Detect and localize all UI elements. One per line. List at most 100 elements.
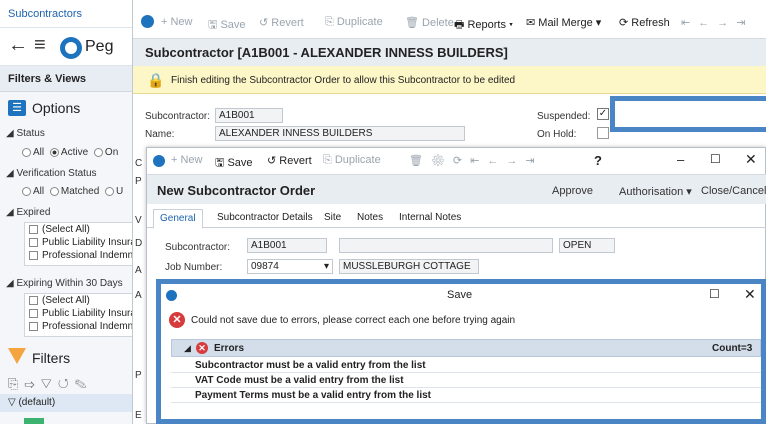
tab-notes[interactable]: Notes <box>357 212 383 223</box>
order-duplicate-button[interactable]: ⎘ Duplicate <box>323 154 381 167</box>
list-item[interactable]: (Select All) <box>25 223 139 236</box>
dialog-close-button[interactable]: ✕ <box>744 286 756 303</box>
delete-button[interactable]: 🗑 Delete <box>405 16 454 29</box>
status-all-radio[interactable] <box>22 147 31 157</box>
suspended-checkbox[interactable]: ✓ <box>597 108 609 120</box>
table-row[interactable]: Payment Terms must be a valid entry from… <box>171 389 761 403</box>
side-label: A <box>135 265 142 276</box>
expired-list: (Select All) Public Liability Insura Pro… <box>24 222 140 266</box>
filters-heading[interactable]: Filters <box>32 350 70 366</box>
order-subcontractor-label: Subcontractor: <box>165 242 231 253</box>
status-on-label: On <box>104 147 119 158</box>
save-button[interactable]: 🖫 Save <box>208 16 246 35</box>
order-subcontractor-name-field[interactable] <box>339 238 553 253</box>
error-message: Could not save due to errors, please cor… <box>191 315 516 326</box>
job-name-field: MUSSLEBURGH COTTAGE <box>339 259 479 274</box>
main-toolbar: + New 🖫 Save ↺ Revert ⎘ Duplicate 🗑 Dele… <box>133 8 766 36</box>
onhold-checkbox[interactable] <box>597 127 609 139</box>
verification-label: Verification Status <box>16 168 97 179</box>
table-row[interactable]: Subcontractor must be a valid entry from… <box>171 359 761 373</box>
order-subcontractor-field[interactable]: A1B001 <box>247 238 327 253</box>
new-button[interactable]: + New <box>161 16 193 28</box>
window-logo-icon <box>166 290 177 301</box>
list-item[interactable]: Public Liability Insura <box>25 236 139 249</box>
close-button[interactable]: ✕ <box>745 151 757 168</box>
list-item[interactable]: Professional Indemni <box>25 320 139 333</box>
expired-heading[interactable]: ◢ Expired <box>6 207 50 218</box>
status-on-radio[interactable] <box>93 147 103 157</box>
record-nav-icons[interactable]: ⇤←→⇥ <box>681 16 753 29</box>
status-heading[interactable]: ◢ Status <box>6 128 45 139</box>
menu-icon[interactable]: ≡ <box>34 34 46 57</box>
reports-button[interactable]: 🖶 Reports ▾ <box>454 16 513 35</box>
order-revert-button[interactable]: ↺ Revert <box>267 154 312 167</box>
window-logo-icon <box>141 15 154 28</box>
verification-all-radio[interactable] <box>22 186 31 196</box>
table-row[interactable]: VAT Code must be a valid entry from the … <box>171 374 761 388</box>
record-header: Subcontractor [A1B001 - ALEXANDER INNESS… <box>133 38 766 66</box>
error-icon: ✕ <box>169 312 185 328</box>
app-name: Peg <box>85 38 114 55</box>
panel-tab-title[interactable]: Subcontractors <box>0 0 140 28</box>
side-label: P <box>135 370 142 381</box>
side-label: E <box>135 410 142 421</box>
errors-group-header[interactable]: ◢ ✕ Errors Count=3 <box>171 339 761 357</box>
side-label: P <box>135 176 142 187</box>
list-item[interactable]: Professional Indemnit <box>25 249 139 262</box>
revert-button[interactable]: ↺ Revert <box>259 16 304 29</box>
tab-subcontractor-details[interactable]: Subcontractor Details <box>217 212 313 223</box>
options-heading[interactable]: Options <box>32 100 80 116</box>
authorisation-button[interactable]: Authorisation ▾ <box>619 185 692 198</box>
order-nav-icons[interactable]: 🗑⚙⟳⇤←→⇥ <box>409 154 543 167</box>
tab-site[interactable]: Site <box>324 212 341 223</box>
verification-matched-radio[interactable] <box>49 186 59 196</box>
subcontractor-field[interactable]: A1B001 <box>215 108 283 123</box>
verification-options: All Matched U <box>22 186 123 197</box>
expiring-heading[interactable]: ◢ Expiring Within 30 Days <box>6 278 123 289</box>
tab-internal-notes[interactable]: Internal Notes <box>399 212 461 223</box>
window-logo-icon <box>153 155 165 167</box>
name-label: Name: <box>145 129 175 140</box>
verification-u-radio[interactable] <box>105 186 115 196</box>
status-active-radio[interactable] <box>49 147 59 157</box>
minimize-button[interactable]: – <box>677 152 684 167</box>
verification-heading[interactable]: ◢ Verification Status <box>6 168 97 179</box>
filter-funnel-icon <box>8 348 26 364</box>
order-toolbar: + New 🖫 Save ↺ Revert ⎘ Duplicate 🗑⚙⟳⇤←→… <box>147 148 766 174</box>
close-cancel-button[interactable]: Close/Cancel <box>701 185 766 197</box>
list-item[interactable]: Public Liability Insura <box>25 307 139 320</box>
job-number-label: Job Number: <box>165 262 223 273</box>
help-button[interactable]: ? <box>594 153 602 168</box>
dialog-maximize-button[interactable]: ☐ <box>709 287 720 301</box>
collapse-icon[interactable]: ◢ <box>184 343 191 354</box>
errors-count: Count=3 <box>712 343 753 354</box>
warning-bar: 🔒 Finish editing the Subcontractor Order… <box>133 66 766 94</box>
mail-merge-button[interactable]: ✉ Mail Merge ▾ <box>526 16 601 29</box>
warning-text: Finish editing the Subcontractor Order t… <box>171 75 516 86</box>
order-new-button[interactable]: + New <box>171 154 203 166</box>
job-number-dropdown[interactable]: 09874 ▾ <box>247 259 333 274</box>
refresh-button[interactable]: ⟳ Refresh <box>619 16 670 29</box>
subcontractor-label: Subcontractor: <box>145 111 211 122</box>
expiring-label: Expiring Within 30 Days <box>16 278 123 289</box>
order-save-button[interactable]: 🖫 Save <box>215 154 253 173</box>
side-label: A <box>135 290 142 301</box>
verification-matched-label: Matched <box>60 186 100 197</box>
filters-views-heading: Filters & Views <box>0 66 140 92</box>
side-label: V <box>135 215 142 226</box>
maximize-button[interactable]: ☐ <box>710 152 721 166</box>
filter-toolbar-icons[interactable]: ⎘⇨▽↺✎ <box>8 376 93 392</box>
side-label: C <box>135 158 143 169</box>
duplicate-button[interactable]: ⎘ Duplicate <box>325 16 383 29</box>
list-item[interactable]: (Select All) <box>25 294 139 307</box>
dialog-titlebar: Save ☐ ✕ <box>161 284 761 308</box>
back-arrow-icon[interactable]: ← <box>8 34 28 57</box>
lock-warning-icon: 🔒 <box>147 72 165 88</box>
errors-label: Errors <box>214 343 245 354</box>
approve-button[interactable]: Approve <box>552 185 593 197</box>
side-label: D <box>135 238 143 249</box>
default-filter-row[interactable]: ▽ (default) <box>0 394 140 412</box>
save-error-dialog: Save ☐ ✕ ✕ Could not save due to errors,… <box>156 279 766 424</box>
tab-general[interactable]: General <box>153 209 203 229</box>
name-field[interactable]: ALEXANDER INNESS BUILDERS <box>215 126 465 141</box>
